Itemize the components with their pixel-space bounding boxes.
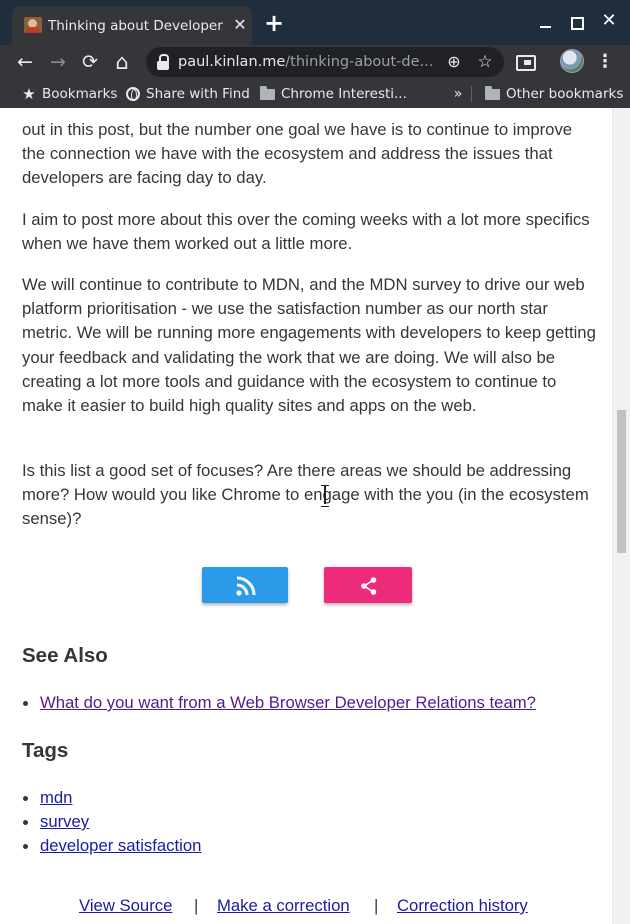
browser-window: Thinking about Developer Sa ✕ + ✕ ← → ⟳ …	[0, 0, 630, 924]
article-paragraph: Is this list a good set of focuses? Are …	[22, 461, 589, 529]
bookmark-folder-other[interactable]: Other bookmarks	[484, 83, 624, 105]
forward-button[interactable]: →	[45, 49, 71, 75]
see-also-heading: See Also	[22, 644, 108, 667]
view-source-link[interactable]: View Source	[79, 894, 172, 918]
see-also-list: What do you want from a Web Browser Deve…	[0, 691, 575, 715]
browser-toolbar: ← → ⟳ ⌂ paul.kinlan.me/thinking-about-de…	[0, 45, 630, 79]
bookmark-item-bookmarks[interactable]: ★ Bookmarks	[20, 83, 118, 105]
list-item: mdn	[0, 786, 575, 810]
maximize-button[interactable]	[566, 12, 588, 34]
picture-in-picture-icon[interactable]	[514, 52, 536, 72]
bookmark-item-share-with-find[interactable]: Share with Find	[124, 83, 250, 105]
footer-separator: |	[194, 896, 199, 915]
vertical-scrollbar[interactable]	[612, 108, 630, 924]
rss-feed-button[interactable]	[202, 567, 288, 603]
close-window-button[interactable]: ✕	[598, 10, 620, 32]
rss-icon	[236, 576, 256, 596]
lock-icon[interactable]	[156, 54, 170, 70]
scrollbar-thumb[interactable]	[617, 410, 626, 553]
correction-history-link[interactable]: Correction history	[397, 894, 528, 918]
bookmark-star-icon[interactable]: ☆	[474, 51, 496, 73]
tab-title: Thinking about Developer Sa	[48, 18, 228, 34]
share-icon	[361, 577, 377, 595]
tag-link[interactable]: developer satisfaction	[40, 836, 201, 855]
new-tab-button[interactable]: +	[262, 11, 286, 36]
tag-link[interactable]: survey	[40, 812, 89, 831]
globe-icon	[126, 87, 140, 101]
bookmark-label: Bookmarks	[42, 86, 118, 102]
tags-heading: Tags	[22, 739, 69, 762]
bookmark-label: Other bookmarks	[506, 86, 624, 102]
tags-list: mdn survey developer satisfaction	[0, 786, 575, 858]
bookmarks-bar: ★ Bookmarks Share with Find Chrome Inter…	[0, 79, 630, 108]
tab-strip: Thinking about Developer Sa ✕ + ✕	[0, 0, 630, 45]
bookmarks-divider	[471, 86, 472, 102]
tag-link[interactable]: mdn	[40, 788, 72, 807]
reload-button[interactable]: ⟳	[77, 49, 103, 75]
url-path: /thinking-about-de...	[285, 54, 434, 70]
url-host: paul.kinlan.me	[178, 54, 286, 70]
share-button[interactable]	[324, 567, 412, 603]
back-button[interactable]: ←	[12, 49, 38, 75]
page-footer: View Source | Make a correction | Correc…	[0, 894, 630, 918]
article-paragraph: I aim to post more about this over the c…	[22, 210, 590, 254]
address-bar[interactable]: paul.kinlan.me/thinking-about-de... ⊕ ☆	[146, 47, 504, 77]
tab-close-icon[interactable]: ✕	[230, 15, 250, 35]
active-tab[interactable]: Thinking about Developer Sa ✕	[12, 6, 252, 45]
page-viewport: out in this post, but the number one goa…	[0, 108, 630, 924]
folder-icon	[485, 86, 500, 100]
footer-separator: |	[374, 896, 379, 915]
site-favicon-icon	[24, 17, 42, 33]
chevron-right-icon[interactable]: »	[451, 83, 465, 105]
star-icon: ★	[22, 85, 36, 103]
see-also-link[interactable]: What do you want from a Web Browser Deve…	[40, 693, 536, 712]
profile-avatar[interactable]	[560, 49, 584, 73]
home-button[interactable]: ⌂	[109, 49, 135, 75]
install-app-icon[interactable]: ⊕	[444, 52, 464, 72]
article-paragraph: We will continue to contribute to MDN, a…	[22, 275, 596, 416]
list-item: survey	[0, 810, 575, 834]
menu-icon[interactable]: ⋮	[596, 49, 614, 75]
bookmark-folder-chrome-interesting[interactable]: Chrome Interesti...	[259, 83, 409, 105]
text-cursor-icon	[320, 484, 330, 507]
list-item: What do you want from a Web Browser Deve…	[0, 691, 575, 715]
folder-icon	[260, 86, 275, 100]
url-text[interactable]: paul.kinlan.me/thinking-about-de...	[178, 52, 436, 72]
minimize-button[interactable]	[534, 12, 556, 34]
make-correction-link[interactable]: Make a correction	[217, 894, 350, 918]
article-paragraph: out in this post, but the number one goa…	[22, 120, 573, 188]
list-item: developer satisfaction	[0, 834, 575, 858]
bookmark-label: Chrome Interesti...	[281, 86, 407, 102]
bookmark-label: Share with Find	[146, 86, 250, 102]
